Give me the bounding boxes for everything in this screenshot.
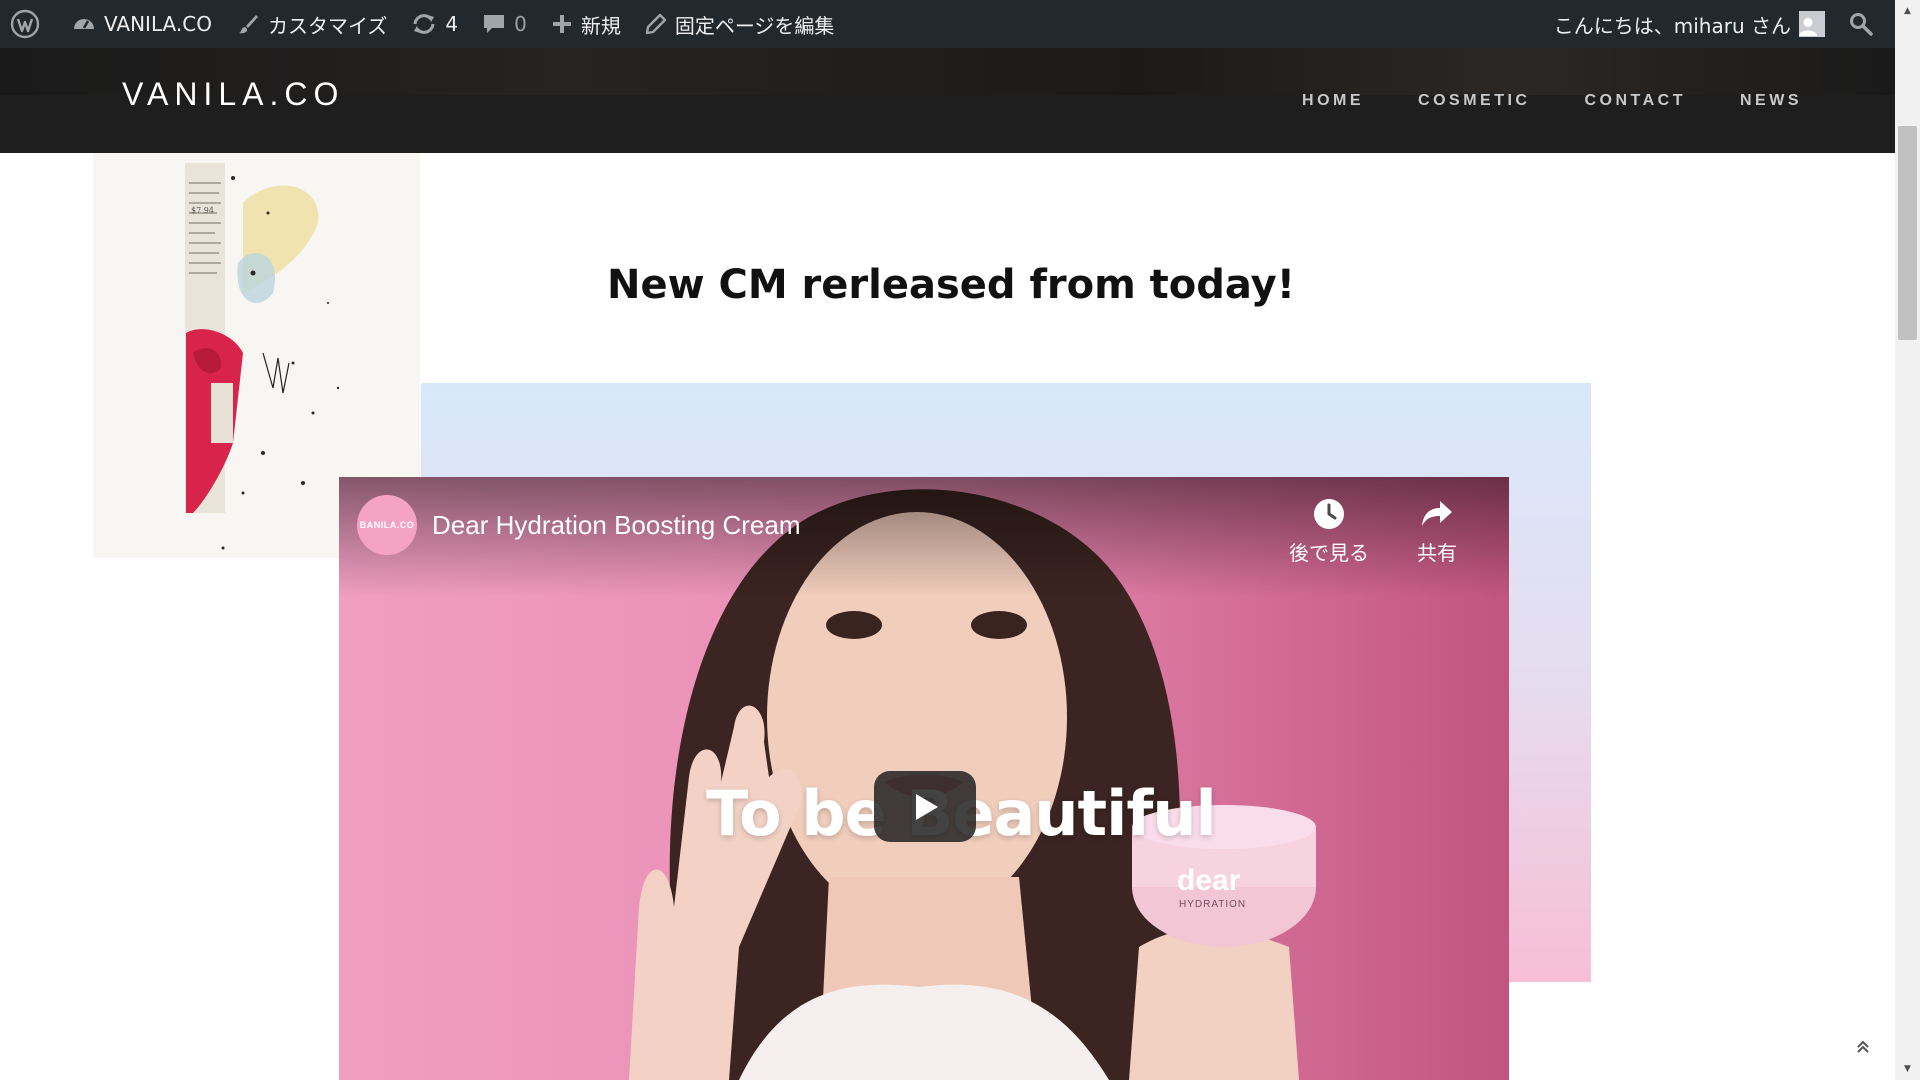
video-title[interactable]: Dear Hydration Boosting Cream bbox=[432, 510, 801, 541]
main-navigation: HOME COSMETIC CONTACT NEWS bbox=[1302, 92, 1802, 110]
svg-text:$7 94: $7 94 bbox=[191, 206, 214, 215]
play-button[interactable] bbox=[874, 771, 976, 842]
wordpress-icon bbox=[10, 9, 40, 39]
updates-link[interactable]: 4 bbox=[399, 0, 470, 48]
share-icon bbox=[1422, 501, 1452, 526]
plus-icon bbox=[552, 15, 571, 33]
site-logo[interactable]: VANILA.CO bbox=[122, 76, 344, 113]
nav-home[interactable]: HOME bbox=[1302, 92, 1364, 110]
back-to-top-button[interactable] bbox=[1852, 1036, 1874, 1058]
product-sublabel: HYDRATION bbox=[1179, 899, 1247, 910]
scroll-down-arrow-icon[interactable]: ▼ bbox=[1898, 1062, 1917, 1076]
customize-label: カスタマイズ bbox=[267, 13, 388, 38]
avatar bbox=[1799, 11, 1825, 37]
nav-cosmetic[interactable]: COSMETIC bbox=[1418, 92, 1530, 110]
admin-bar: VANILA.CO カスタマイズ 4 0 新規 固定ページを編集 こんにちは、m… bbox=[0, 0, 1895, 48]
site-name: VANILA.CO bbox=[104, 12, 212, 36]
wordpress-menu[interactable] bbox=[0, 0, 60, 48]
watch-later-label: 後で見る bbox=[1289, 541, 1369, 565]
customize-link[interactable]: カスタマイズ bbox=[224, 0, 399, 48]
channel-logo[interactable]: BANILA.CO bbox=[357, 495, 417, 555]
comments-link[interactable]: 0 bbox=[470, 0, 539, 48]
new-label: 新規 bbox=[580, 13, 621, 38]
pencil-icon bbox=[645, 13, 667, 35]
search-icon bbox=[1850, 13, 1873, 36]
site-header: VANILA.CO HOME COSMETIC CONTACT NEWS bbox=[0, 48, 1895, 153]
clock-icon bbox=[1314, 499, 1344, 529]
share-button[interactable]: 共有 bbox=[1417, 497, 1457, 566]
nav-contact[interactable]: CONTACT bbox=[1584, 92, 1686, 110]
my-account-menu[interactable]: こんにちは、miharu さん bbox=[1542, 0, 1837, 48]
dashboard-icon bbox=[74, 19, 94, 29]
share-label: 共有 bbox=[1417, 541, 1457, 565]
updates-count: 4 bbox=[445, 12, 459, 36]
site-name-menu[interactable]: VANILA.CO bbox=[60, 0, 224, 48]
watch-later-button[interactable]: 後で見る bbox=[1289, 497, 1369, 566]
comment-icon bbox=[484, 15, 505, 33]
video-player[interactable]: BANILA.CO Dear Hydration Boosting Cream … bbox=[339, 477, 1509, 1080]
page-headline: New CM rerleased from today! bbox=[606, 262, 1295, 308]
edit-page-link[interactable]: 固定ページを編集 bbox=[633, 0, 847, 48]
nav-news[interactable]: NEWS bbox=[1740, 92, 1802, 110]
greeting: こんにちは、miharu さん bbox=[1553, 13, 1791, 38]
refresh-icon bbox=[413, 14, 435, 34]
new-content-menu[interactable]: 新規 bbox=[539, 0, 633, 48]
edit-page-label: 固定ページを編集 bbox=[674, 13, 835, 38]
play-icon bbox=[916, 793, 938, 820]
product-label: dear bbox=[1177, 864, 1241, 897]
scrollbar-thumb[interactable] bbox=[1898, 126, 1917, 340]
double-chevron-up-icon bbox=[1857, 1040, 1869, 1053]
comments-count: 0 bbox=[514, 12, 527, 36]
scroll-up-arrow-icon[interactable]: ▲ bbox=[1898, 4, 1917, 18]
search-button[interactable] bbox=[1837, 0, 1895, 48]
brush-icon bbox=[238, 15, 258, 34]
